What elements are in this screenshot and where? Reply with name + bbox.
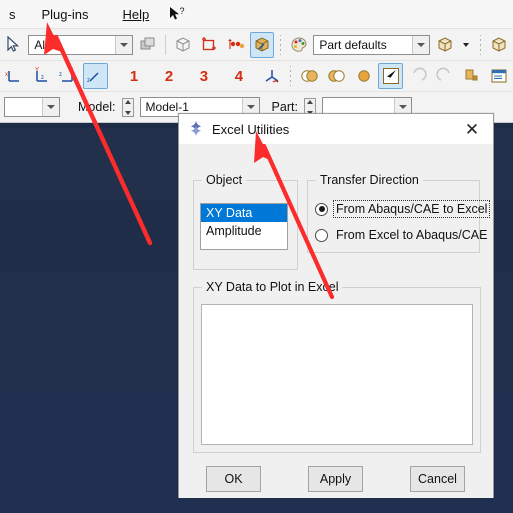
view-1-icon[interactable]: 1 xyxy=(122,63,147,89)
boolean-merge-icon[interactable] xyxy=(351,63,376,89)
view-axis-y-icon[interactable]: Y z xyxy=(29,63,54,89)
redo-icon[interactable] xyxy=(432,63,457,89)
pattern-instance-icon[interactable] xyxy=(171,32,195,58)
model-stepper[interactable] xyxy=(121,97,134,117)
excel-utilities-dialog[interactable]: Excel Utilities ✕ Object XY Data Amplitu… xyxy=(178,113,494,498)
chevron-down-icon[interactable] xyxy=(412,35,430,54)
transfer-direction-legend: Transfer Direction xyxy=(316,173,423,187)
object-listbox[interactable]: XY Data Amplitude xyxy=(200,203,288,250)
view-axis-z-icon[interactable]: z Y xyxy=(56,63,81,89)
abaqus-diamond-icon xyxy=(187,120,205,138)
svg-text:Y: Y xyxy=(35,68,39,74)
rectangular-pattern-icon[interactable] xyxy=(197,32,221,58)
view-2-icon[interactable]: 2 xyxy=(157,63,182,89)
arrow-select-icon[interactable] xyxy=(2,32,26,58)
view-4-icon[interactable]: 4 xyxy=(226,63,251,89)
radio-abaqus-to-excel-label: From Abaqus/CAE to Excel xyxy=(332,200,491,218)
merge-instance-icon[interactable] xyxy=(135,32,159,58)
selection-filter-value: All xyxy=(34,37,48,52)
menu-help[interactable]: Help xyxy=(113,4,158,25)
xy-data-plot-listbox[interactable] xyxy=(201,304,473,445)
application-chrome: s Plug-ins Help ? All Part defaults x Y … xyxy=(0,0,513,123)
radio-selected-icon xyxy=(315,202,328,216)
model-label: Model: xyxy=(78,100,116,114)
object-list-item-amplitude[interactable]: Amplitude xyxy=(201,222,287,240)
radio-abaqus-to-excel[interactable]: From Abaqus/CAE to Excel xyxy=(315,200,491,218)
query-arrow-icon[interactable] xyxy=(378,63,404,89)
xy-data-plot-legend: XY Data to Plot in Excel xyxy=(202,280,343,294)
render-style-combo[interactable]: Part defaults xyxy=(313,34,431,55)
circular-pattern-icon[interactable] xyxy=(223,32,247,58)
model-combo-value: Model-1 xyxy=(145,100,189,114)
ok-button[interactable]: OK xyxy=(206,466,261,492)
boolean-union-icon[interactable] xyxy=(297,63,322,89)
radio-excel-to-abaqus[interactable]: From Excel to Abaqus/CAE xyxy=(315,227,489,243)
view-axis-iso-icon[interactable]: z xyxy=(82,63,108,89)
svg-text:z: z xyxy=(41,75,44,81)
radio-excel-to-abaqus-label: From Excel to Abaqus/CAE xyxy=(336,228,488,242)
help-pointer-icon[interactable]: ? xyxy=(168,6,186,22)
datasheet-icon[interactable] xyxy=(486,63,511,89)
toolbar-row-1: All Part defaults xyxy=(0,28,513,60)
chevron-down-icon[interactable] xyxy=(42,98,59,116)
triad-icon[interactable] xyxy=(259,63,284,89)
view-3-icon[interactable]: 3 xyxy=(191,63,216,89)
svg-text:?: ? xyxy=(180,6,185,16)
close-icon[interactable]: ✕ xyxy=(457,116,487,142)
svg-text:Y: Y xyxy=(69,68,73,74)
undo-icon[interactable] xyxy=(405,63,430,89)
part-label: Part: xyxy=(271,100,298,114)
menu-plugins[interactable]: Plug-ins xyxy=(33,4,98,25)
selection-filter-combo[interactable]: All xyxy=(28,34,134,55)
dialog-title: Excel Utilities xyxy=(212,121,290,137)
view-cube-dropdown-icon[interactable] xyxy=(459,32,474,58)
dialog-title-bar[interactable]: Excel Utilities ✕ xyxy=(179,114,493,144)
render-style-value: Part defaults xyxy=(319,37,387,52)
cancel-button[interactable]: Cancel xyxy=(410,466,465,492)
iso-view-icon[interactable] xyxy=(487,32,511,58)
svg-text:z: z xyxy=(59,72,62,78)
object-list-item-xy-data[interactable]: XY Data xyxy=(201,204,287,222)
instance-part-icon[interactable] xyxy=(459,63,484,89)
apply-button[interactable]: Apply xyxy=(308,466,363,492)
dialog-body: Object XY Data Amplitude Transfer Direct… xyxy=(179,144,493,498)
svg-text:x: x xyxy=(5,72,8,78)
color-palette-icon[interactable] xyxy=(287,32,311,58)
menu-bar: s Plug-ins Help ? xyxy=(0,0,513,28)
menu-truncated[interactable]: s xyxy=(0,4,25,25)
object-group-legend: Object xyxy=(202,173,247,187)
toolbar-row-2: x Y z z Y z 1 2 3 4 xyxy=(0,60,513,91)
svg-text:z: z xyxy=(87,78,90,84)
view-cube-icon[interactable] xyxy=(432,32,456,58)
shaded-part-icon[interactable] xyxy=(249,31,275,58)
abaqus-cae-window: s Plug-ins Help ? All Part defaults x Y … xyxy=(0,0,513,513)
module-combo[interactable] xyxy=(4,97,60,117)
radio-unselected-icon xyxy=(315,228,328,242)
boolean-intersect-icon[interactable] xyxy=(324,63,349,89)
menu-help-label: Help xyxy=(122,6,150,22)
chevron-down-icon[interactable] xyxy=(115,35,133,54)
view-axis-x-icon[interactable]: x xyxy=(2,63,27,89)
